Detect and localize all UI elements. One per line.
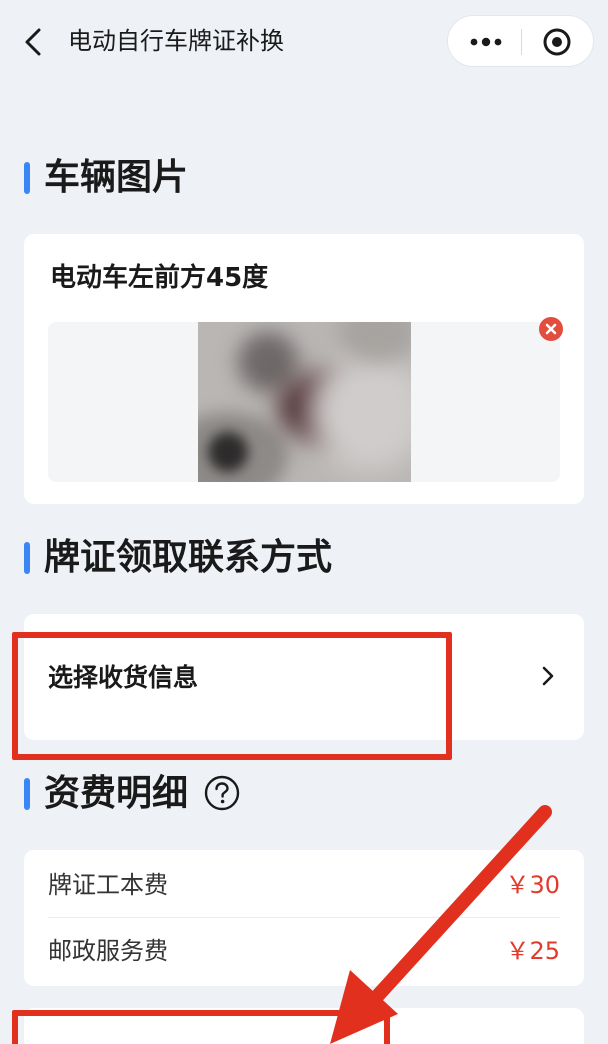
fee-price: ￥25	[505, 937, 560, 965]
photo-upload-area[interactable]	[48, 322, 560, 482]
target-circle-icon[interactable]	[542, 27, 572, 57]
section-accent-bar	[24, 778, 30, 810]
section-title-fees: 资费明细	[24, 772, 284, 816]
section-title-text: 资费明细	[44, 773, 189, 814]
uploaded-vehicle-photo[interactable]	[198, 322, 411, 482]
section-title-contact: 牌证领取联系方式	[24, 536, 424, 580]
section-accent-bar	[24, 162, 30, 194]
photo-label: 电动车左前方45度	[50, 263, 269, 293]
section-title-text: 牌证领取联系方式	[44, 537, 333, 578]
question-circle-icon[interactable]	[204, 775, 240, 811]
capsule-divider	[521, 29, 522, 55]
section-title-text: 车辆图片	[44, 157, 189, 198]
more-dots-icon[interactable]	[468, 28, 504, 56]
fee-details-card: 牌证工本费 ￥30 邮政服务费 ￥25	[24, 850, 584, 986]
fee-label: 牌证工本费	[48, 871, 168, 899]
annotation-highlight-box	[12, 1010, 390, 1044]
section-accent-bar	[24, 542, 30, 574]
section-title-vehicle-photos: 车辆图片	[24, 156, 324, 200]
row-divider	[48, 917, 560, 918]
fee-label: 邮政服务费	[48, 937, 168, 965]
annotation-highlight-box	[12, 632, 452, 760]
fee-price: ￥30	[505, 871, 560, 899]
mini-program-capsule	[447, 15, 594, 67]
page-title: 电动自行车牌证补换	[68, 27, 284, 55]
chevron-right-icon[interactable]	[538, 662, 558, 690]
back-icon[interactable]	[22, 26, 46, 58]
vehicle-photo-card: 电动车左前方45度	[24, 234, 584, 504]
close-icon[interactable]	[538, 316, 564, 342]
nav-bar: 电动自行车牌证补换	[0, 0, 608, 86]
